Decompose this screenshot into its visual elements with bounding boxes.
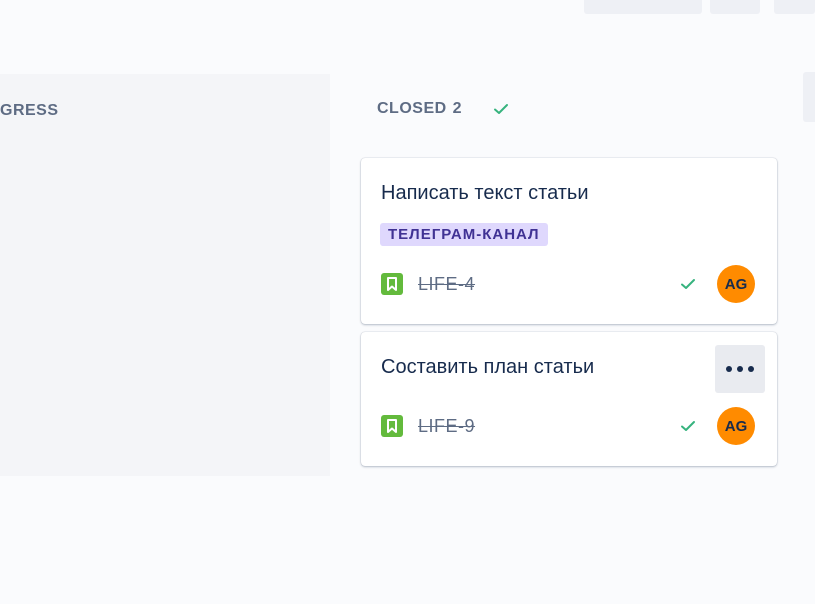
- card-title: Написать текст статьи: [381, 182, 589, 204]
- column-in-progress: GRESS: [0, 74, 330, 476]
- story-icon: [381, 415, 403, 437]
- toolbar-ghost-1: [584, 0, 702, 14]
- column-closed: CLOSED 2 Написать текст статьи ТЕЛЕГРАМ-…: [353, 74, 783, 476]
- issue-card[interactable]: Написать текст статьи ТЕЛЕГРАМ-КАНАЛ LIF…: [361, 158, 777, 324]
- card-label: ТЕЛЕГРАМ-КАНАЛ: [380, 223, 548, 246]
- avatar[interactable]: AG: [717, 407, 755, 445]
- card-footer: LIFE-9 AG: [381, 407, 755, 445]
- issue-key[interactable]: LIFE-4: [418, 274, 475, 295]
- avatar[interactable]: AG: [717, 265, 755, 303]
- check-icon: [494, 104, 509, 114]
- more-icon-dot: [748, 366, 754, 372]
- toolbar-ghost-3: [774, 0, 815, 14]
- column-header: CLOSED 2: [377, 100, 510, 118]
- more-actions-button[interactable]: [715, 345, 765, 393]
- check-icon: [681, 279, 695, 289]
- story-icon: [381, 273, 403, 295]
- issue-card[interactable]: Составить план статьи LIFE-9 AG: [361, 332, 777, 466]
- check-icon: [681, 421, 695, 431]
- column-title: CLOSED: [377, 100, 447, 117]
- more-icon-dot: [737, 366, 743, 372]
- issue-key[interactable]: LIFE-9: [418, 416, 475, 437]
- toolbar-ghost-2: [710, 0, 760, 14]
- card-title: Составить план статьи: [381, 356, 595, 378]
- more-icon: [726, 366, 732, 372]
- board: GRESS CLOSED 2 Написать текст статьи ТЕЛ…: [0, 0, 815, 604]
- scroll-edge: [803, 72, 815, 122]
- column-count: 2: [452, 100, 463, 117]
- column-title: GRESS: [0, 102, 59, 119]
- card-footer: LIFE-4 AG: [381, 265, 755, 303]
